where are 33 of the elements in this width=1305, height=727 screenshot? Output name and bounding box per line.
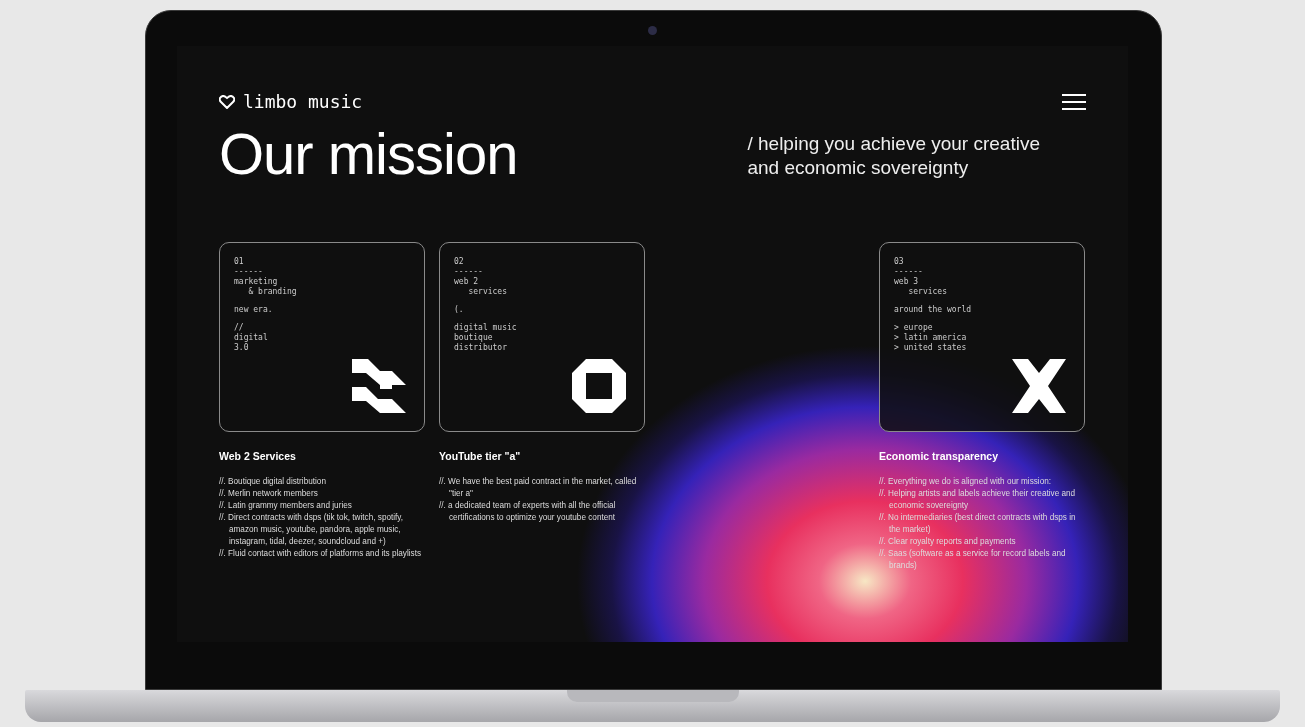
- heart-icon: [219, 94, 235, 109]
- card-text: // digital 3.0: [234, 322, 269, 353]
- stairs-logo-icon: [352, 358, 406, 413]
- card-text: (.: [454, 304, 465, 315]
- logo-link[interactable]: limbo music: [219, 91, 363, 112]
- menu-icon[interactable]: [1062, 93, 1086, 110]
- card-text: 01 ------ marketing & branding: [234, 256, 298, 297]
- camera-dot: [648, 26, 657, 35]
- list-item: //. We have the best paid contract in the market, called "tier a": [439, 475, 638, 500]
- card-text: 02 ------ web 2 services: [454, 256, 508, 297]
- card-text: new era.: [234, 304, 274, 315]
- card-text: around the world: [894, 304, 973, 315]
- octagon-ring-icon: [572, 358, 626, 413]
- list-item: //. Latin grammy members and juries: [219, 499, 353, 512]
- section-title: YouTube tier "a": [439, 449, 522, 462]
- tagline: / helping you achieve your creative and economic sovereignty: [747, 132, 1040, 180]
- card-text: digital music boutique distributor: [454, 322, 518, 353]
- list-item: //. Helping artists and labels achieve their creative and economic sovereignty: [879, 487, 1077, 512]
- list-item: //. Boutique digital distribution: [219, 475, 327, 488]
- list-item: //. Clear royalty reports and payments: [879, 535, 1017, 548]
- card-text: 03 ------ web 3 services: [894, 256, 948, 297]
- list-item: //. Merlin network members: [219, 487, 319, 500]
- x-mark-icon: [1012, 358, 1066, 413]
- list-item: //. Everything we do is aligned with our mission:: [879, 475, 1053, 488]
- list-item: //. No intermediaries (best direct contracts with dsps in the market): [879, 511, 1077, 536]
- section-title: Economic transparency: [879, 449, 1000, 462]
- section-title: Web 2 Services: [219, 449, 297, 462]
- list-item: //. a dedicated team of experts with all the official certifications to optimize your youtube content: [439, 499, 617, 524]
- list-item: //. Fluid contact with editors of platforms and its playlists: [219, 547, 423, 560]
- card-text: > europe > latin america > united states: [894, 322, 968, 353]
- list-item: //. Saas (software as a service for record labels and brands): [879, 547, 1067, 572]
- page-title: Our mission: [219, 122, 518, 186]
- list-item: //. Direct contracts with dsps (tik tok, twitch, spotify, amazon music, youtube, pandora, apple music, instagram, tidal, deezer, soundcloud and +): [219, 511, 405, 548]
